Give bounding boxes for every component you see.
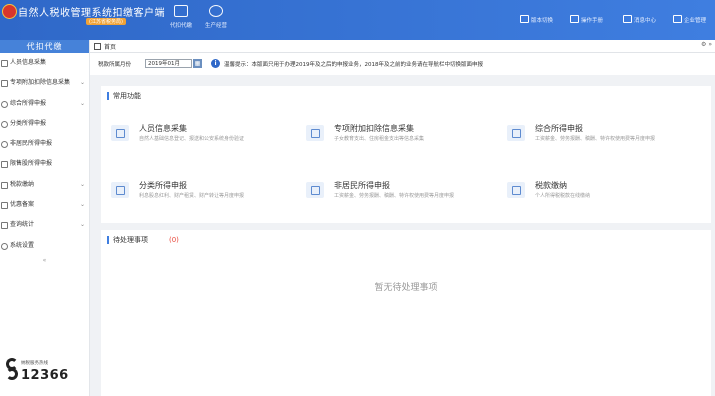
hotline-badge: 纳税服务热线 12366	[4, 358, 74, 386]
sidebar-item-special-deduction[interactable]: 专项附加扣除信息采集 ⌄	[0, 73, 89, 93]
card-person-info[interactable]: 人员信息采集 自然人基础信息登记、报送和公安系统身份验证	[111, 123, 301, 157]
nonresident-icon	[306, 182, 324, 198]
chevron-down-icon: ⌄	[79, 99, 85, 107]
settings-icon	[1, 242, 8, 250]
nav-withholding[interactable]: 代扣代缴	[161, 5, 201, 29]
hotline-number: 12366	[21, 368, 69, 383]
switch-icon	[520, 15, 529, 23]
pending-panel: 待处理事项 (0) 暂无待处理事项	[101, 230, 711, 396]
hotline-caption: 纳税服务热线	[21, 361, 48, 366]
message-center-link[interactable]: 消息中心	[623, 15, 656, 24]
nav-business[interactable]: 生产经营	[196, 5, 236, 29]
tab-tools-button[interactable]: ⚙ »	[701, 41, 712, 48]
chevron-down-icon: ⌄	[79, 180, 85, 188]
sidebar-item-system-settings[interactable]: 系统设置	[0, 236, 89, 256]
gear-icon	[1, 100, 8, 108]
app-subtitle: (江苏省税务局)	[86, 18, 126, 25]
company-manage-link[interactable]: 企业管理	[673, 15, 706, 24]
sidebar-title: 代扣代缴	[0, 40, 89, 53]
reminder-tip: 温馨提示：本版面只用于办理2019年及之后的申报业务，2018年及之前的业务请在…	[224, 62, 483, 68]
app-title: 自然人税收管理系统扣缴客户端	[18, 8, 165, 19]
chart-icon	[1, 222, 8, 230]
home-icon	[94, 43, 101, 50]
calendar-icon[interactable]: ▦	[193, 59, 202, 68]
filing-icon	[1, 202, 8, 210]
building-icon	[174, 5, 188, 17]
chevron-down-icon: ⌄	[79, 201, 85, 209]
card-tax-payment[interactable]: 税款缴纳 个人所得税税款在线缴纳	[507, 180, 697, 214]
company-icon	[673, 15, 682, 23]
section-title: 常用功能	[107, 92, 141, 100]
chevron-down-icon: ⌄	[79, 79, 85, 87]
card-classified-income[interactable]: 分类所得申报 利息股息红利、财产租赁、财产转让等月度申报	[111, 180, 301, 214]
pending-empty-text: 暂无待处理事项	[374, 283, 438, 293]
top-header: 自然人税收管理系统扣缴客户端 (江苏省税务局) 代扣代缴 生产经营 版本切换 操…	[0, 0, 715, 40]
stock-icon	[1, 161, 8, 169]
version-switch-link[interactable]: 版本切换	[520, 15, 553, 24]
tab-home[interactable]: 首页	[94, 42, 116, 51]
sidebar-collapse-button[interactable]: «	[0, 257, 89, 264]
sidebar-item-tax-payment[interactable]: 税款缴纳 ⌄	[0, 175, 89, 195]
globe-icon	[1, 141, 8, 149]
sidebar-item-query-stats[interactable]: 查询统计 ⌄	[0, 215, 89, 235]
comprehensive-icon	[507, 125, 525, 141]
gear-icon	[1, 120, 8, 128]
period-input[interactable]: 2019年01月	[145, 59, 192, 68]
pending-title: 待处理事项	[107, 236, 148, 244]
sidebar-item-preferential-filing[interactable]: 优惠备案 ⌄	[0, 195, 89, 215]
card-nonresident-income[interactable]: 非居民所得申报 工资薪金、劳务报酬、稿酬、特许权使用费等月度申报	[306, 180, 496, 214]
chevron-down-icon: ⌄	[79, 221, 85, 229]
person-icon	[1, 60, 8, 67]
hotline-logo-icon	[4, 358, 18, 384]
database-icon	[209, 5, 223, 17]
list-icon	[1, 80, 8, 88]
filter-bar: 税款所属月份 2019年01月 ▦ i 温馨提示：本版面只用于办理2019年及之…	[90, 53, 715, 75]
deduction-icon	[306, 125, 324, 141]
person-card-icon	[111, 125, 129, 141]
manual-link[interactable]: 操作手册	[570, 15, 603, 24]
common-functions-panel: 常用功能 人员信息采集 自然人基础信息登记、报送和公安系统身份验证 专项附加扣除…	[101, 86, 711, 223]
manual-icon	[570, 15, 579, 23]
pending-count: (0)	[169, 236, 179, 244]
classified-icon	[111, 182, 129, 198]
period-label: 税款所属月份	[98, 62, 132, 68]
tax-payment-icon	[507, 182, 525, 198]
card-comprehensive-income[interactable]: 综合所得申报 工资薪金、劳务报酬、稿酬、特许权使用费等月度申报	[507, 123, 697, 157]
sidebar-item-comprehensive-income[interactable]: 综合所得申报 ⌄	[0, 94, 89, 114]
tax-emblem-icon	[2, 4, 17, 19]
sidebar-item-person-info[interactable]: 人员信息采集	[0, 53, 89, 73]
tab-bar: 首页 ⚙ »	[90, 40, 715, 53]
sidebar-item-restricted-stock[interactable]: 限售股所得申报	[0, 154, 89, 174]
card-special-deduction[interactable]: 专项附加扣除信息采集 子女教育支出、住房租金支出等信息采集	[306, 123, 496, 157]
message-icon	[623, 15, 632, 23]
sidebar: 代扣代缴 人员信息采集 专项附加扣除信息采集 ⌄ 综合所得申报 ⌄ 分类所得申报…	[0, 40, 90, 396]
payment-icon	[1, 181, 8, 189]
info-icon: i	[211, 59, 220, 68]
sidebar-item-nonresident-income[interactable]: 非居民所得申报	[0, 134, 89, 154]
sidebar-item-classified-income[interactable]: 分类所得申报	[0, 114, 89, 134]
